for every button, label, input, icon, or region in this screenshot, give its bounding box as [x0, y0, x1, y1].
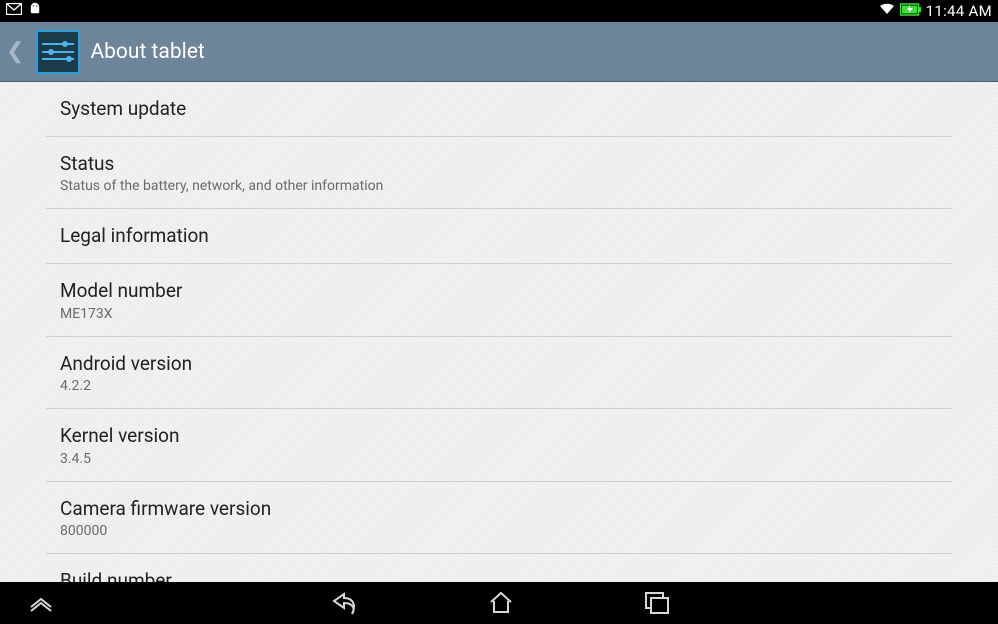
navigation-bar: [0, 582, 998, 624]
settings-sliders-icon[interactable]: [36, 30, 80, 74]
item-camera-firmware-version[interactable]: Camera firmware version 800000: [46, 482, 952, 555]
battery-charging-icon: [900, 3, 922, 20]
item-title: Legal information: [60, 223, 938, 249]
item-title: Build number: [60, 568, 938, 582]
status-bar: 11:44 AM: [0, 0, 998, 22]
item-title: Android version: [60, 351, 938, 377]
item-title: Status: [60, 151, 938, 177]
nav-home-icon[interactable]: [488, 590, 514, 616]
item-title: Kernel version: [60, 423, 938, 449]
page-title: About tablet: [90, 40, 204, 64]
item-system-update[interactable]: System update: [46, 82, 952, 137]
item-model-number[interactable]: Model number ME173X: [46, 264, 952, 337]
settings-content[interactable]: System update Status Status of the batte…: [0, 82, 998, 582]
item-subtitle: ME173X: [60, 306, 938, 322]
gmail-icon: [6, 3, 22, 19]
item-subtitle: 800000: [60, 523, 938, 539]
nav-recent-icon[interactable]: [644, 591, 670, 615]
status-time: 11:44 AM: [926, 2, 992, 20]
item-legal-information[interactable]: Legal information: [46, 209, 952, 264]
item-title: System update: [60, 96, 938, 122]
item-build-number[interactable]: Build number: [46, 554, 952, 582]
back-chevron-icon[interactable]: ❮: [4, 39, 26, 64]
item-android-version[interactable]: Android version 4.2.2: [46, 337, 952, 410]
nav-expand-icon[interactable]: [28, 593, 54, 613]
item-title: Camera firmware version: [60, 496, 938, 522]
item-kernel-version[interactable]: Kernel version 3.4.5: [46, 409, 952, 482]
wifi-icon: [878, 2, 896, 20]
action-bar[interactable]: ❮ About tablet: [0, 22, 998, 82]
nav-back-icon[interactable]: [328, 590, 358, 616]
item-subtitle: 4.2.2: [60, 378, 938, 394]
item-title: Model number: [60, 278, 938, 304]
item-subtitle: 3.4.5: [60, 451, 938, 467]
item-subtitle: Status of the battery, network, and othe…: [60, 178, 938, 194]
android-icon: [28, 2, 42, 20]
item-status[interactable]: Status Status of the battery, network, a…: [46, 137, 952, 210]
